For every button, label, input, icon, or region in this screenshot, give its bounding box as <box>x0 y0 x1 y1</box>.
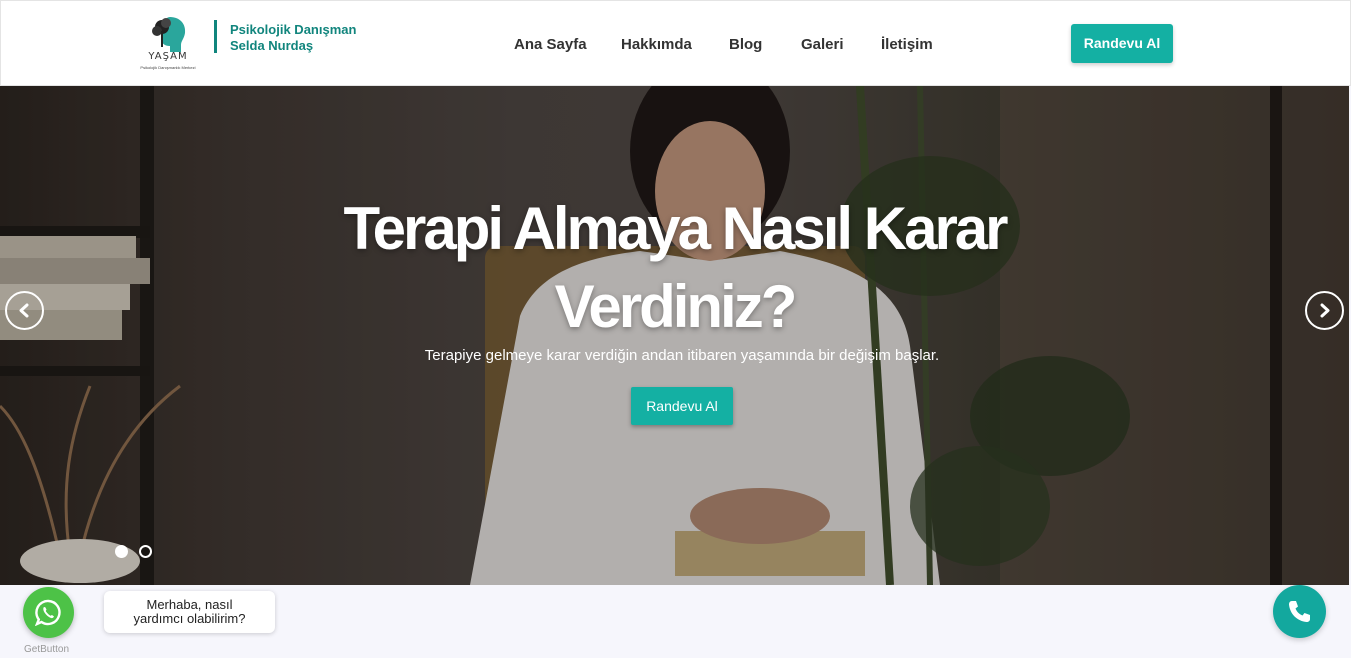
slider-next-button[interactable] <box>1305 291 1344 330</box>
call-button[interactable] <box>1273 585 1326 638</box>
chevron-left-icon <box>19 303 29 318</box>
logo[interactable]: YAŞAM Psikolojik Danışmanlık Merkezi <box>129 13 209 73</box>
hero-slider: Terapi Almaya Nasıl Karar Verdiniz? Tera… <box>0 86 1349 585</box>
brand-divider <box>214 20 217 53</box>
getbutton-label[interactable]: GetButton <box>24 644 69 655</box>
phone-icon <box>1289 601 1310 622</box>
logo-tagline: Psikolojik Danışmanlık Merkezi <box>140 65 196 70</box>
brand-line-2: Selda Nurdaş <box>230 38 314 53</box>
hero-title-line-1: Terapi Almaya Nasıl Karar <box>343 195 1008 262</box>
site-header: YAŞAM Psikolojik Danışmanlık Merkezi Psi… <box>0 0 1351 86</box>
hero-title-line-2: Verdiniz? <box>554 273 798 340</box>
whatsapp-chat-bubble[interactable]: Merhaba, nasıl yardımcı olabilirim? <box>104 591 275 633</box>
hero-subtitle: Terapiye gelmeye karar verdiğin andan it… <box>424 347 940 364</box>
nav-hakkimda[interactable]: Hakkımda <box>621 36 692 53</box>
logo-wordmark: YAŞAM <box>148 51 188 62</box>
brand-line-1: Psikolojik Danışman <box>230 22 357 37</box>
nav-iletisim[interactable]: İletişim <box>881 36 933 53</box>
whatsapp-icon <box>35 599 61 626</box>
nav-blog[interactable]: Blog <box>729 36 762 53</box>
slider-prev-button[interactable] <box>5 291 44 330</box>
whatsapp-bubble-line-2: yardımcı olabilirim? <box>133 611 246 626</box>
nav-galeri[interactable]: Galeri <box>801 36 844 53</box>
nav-ana-sayfa[interactable]: Ana Sayfa <box>514 36 587 53</box>
hero-title: Terapi Almaya Nasıl Karar Verdiniz? <box>0 190 1349 346</box>
whatsapp-button[interactable] <box>23 587 74 638</box>
chevron-right-icon <box>1320 303 1330 318</box>
brand-name: Psikolojik Danışman Selda Nurdaş <box>230 22 356 54</box>
header-appointment-button[interactable]: Randevu Al <box>1071 24 1173 63</box>
hero-appointment-button[interactable]: Randevu Al <box>631 387 733 425</box>
tree-head-icon <box>152 17 186 52</box>
whatsapp-bubble-line-1: Merhaba, nasıl <box>146 597 233 612</box>
slider-dot-2[interactable] <box>139 545 152 558</box>
slider-dot-1[interactable] <box>115 545 128 558</box>
